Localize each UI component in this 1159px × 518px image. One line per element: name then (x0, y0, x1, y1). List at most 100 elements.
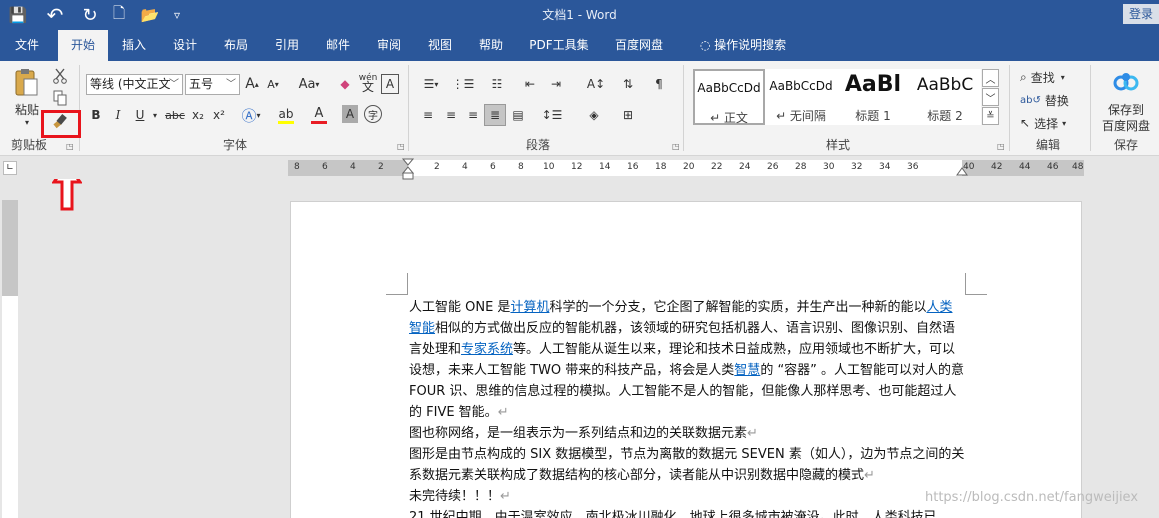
horizontal-ruler[interactable]: 8 6 4 2 2 4 6 8 10 12 14 16 18 20 22 24 … (288, 158, 1084, 180)
subscript-button[interactable]: x₂ (189, 105, 207, 125)
font-dialog-launcher-icon[interactable]: ◳ (397, 142, 405, 151)
tab-layout[interactable]: 布局 (214, 30, 258, 61)
underline-dropdown-icon[interactable]: ▾ (150, 105, 160, 125)
document-paragraph[interactable]: 21 世纪中期，由于温室效应，南北极冰川融化，地球上很多城市被淹没。此时，人类科… (409, 507, 965, 518)
login-button[interactable]: 登录 (1123, 4, 1159, 24)
hyperlink[interactable]: 计算机 (510, 300, 549, 315)
font-name-combo[interactable]: 等线 (中文正文 ﹀ (86, 74, 183, 95)
font-color-icon[interactable]: A (308, 105, 330, 125)
tab-pdf-tools[interactable]: PDF工具集 (522, 30, 596, 61)
bullets-icon[interactable]: ☰ ▾ (418, 74, 444, 94)
character-border-icon[interactable]: A (381, 74, 399, 94)
underline-button[interactable]: U (132, 105, 148, 125)
document-paragraph[interactable]: 未完待续！！！↵ (409, 486, 965, 507)
shading-icon[interactable]: ◈ (580, 105, 608, 125)
select-label: 选择 (1034, 116, 1059, 131)
paste-icon[interactable] (12, 67, 40, 99)
document-paragraph[interactable]: 图也称网络，是一组表示为一系列结点和边的关联数据元素↵ (409, 423, 965, 444)
show-marks-icon[interactable]: ¶ (648, 74, 670, 94)
highlight-color-icon[interactable]: ab (272, 105, 300, 125)
styles-scroll-down-icon[interactable]: ﹀ (982, 88, 999, 106)
document-paragraph[interactable]: 人工智能 ONE 是计算机科学的一个分支，它企图了解智能的实质，并生产出一种新的… (409, 297, 965, 423)
style-no-spacing[interactable]: AaBbCcDd ↵ 无间隔 (765, 69, 837, 125)
margin-corner-marker (965, 273, 987, 295)
clear-formatting-icon[interactable]: ◆ (336, 74, 354, 94)
tab-insert[interactable]: 插入 (112, 30, 156, 61)
baidu-netdisk-icon[interactable] (1109, 69, 1143, 97)
cut-icon[interactable] (50, 67, 70, 85)
style-heading-2[interactable]: AaBbC 标题 2 (909, 69, 981, 125)
save-to-netdisk-line2[interactable]: 百度网盘 (1096, 117, 1156, 133)
ruler-tick: 36 (907, 162, 919, 172)
editing-group-label: 编辑 (1035, 138, 1060, 152)
numbering-icon[interactable]: ⋮☰ (450, 74, 476, 94)
sort-icon[interactable]: ⇅ (618, 74, 638, 94)
hyperlink[interactable]: 专家系统 (461, 342, 513, 357)
character-shading-icon[interactable]: A (342, 105, 358, 123)
style-preview: AaBl (844, 72, 902, 97)
paragraph-dialog-launcher-icon[interactable]: ◳ (672, 142, 680, 151)
clipboard-dialog-launcher-icon[interactable]: ◳ (66, 142, 74, 151)
indent-marker-icon[interactable] (402, 158, 414, 180)
align-right-icon[interactable]: ≡ (463, 105, 483, 125)
grow-font-button[interactable]: A ▴ (243, 74, 261, 94)
align-left-icon[interactable]: ≡ (418, 105, 438, 125)
select-button[interactable]: ↖ 选择 ▾ (1020, 113, 1084, 133)
tab-help[interactable]: 帮助 (469, 30, 513, 61)
separator (1090, 65, 1091, 151)
decrease-indent-icon[interactable]: ⇤ (520, 74, 540, 94)
strikethrough-button[interactable]: abc (164, 105, 186, 125)
replace-button[interactable]: ab↺ 替换 (1020, 90, 1084, 110)
borders-icon[interactable]: ⊞ (614, 105, 642, 125)
separator (408, 65, 409, 151)
bold-button[interactable]: B (88, 105, 104, 125)
tab-mailings[interactable]: 邮件 (316, 30, 360, 61)
paragraph-group-label: 段落 (525, 138, 550, 152)
styles-more-icon[interactable]: ≚ (982, 107, 999, 125)
distributed-icon[interactable]: ▤ (508, 105, 528, 125)
styles-scroll-up-icon[interactable]: ︿ (982, 69, 999, 87)
tab-baidu-netdisk[interactable]: 百度网盘 (608, 30, 670, 61)
shrink-font-button[interactable]: A ▾ (264, 74, 282, 94)
tab-file[interactable]: 文件 (0, 30, 54, 61)
hyperlink[interactable]: 智慧 (734, 363, 760, 378)
tab-selector-icon[interactable]: ∟ (3, 161, 17, 175)
phonetic-guide-icon[interactable]: wén 文 (359, 72, 378, 94)
text-effects-icon[interactable]: Ⓐ ▾ (240, 105, 262, 125)
document-paragraph[interactable]: 图形是由节点构成的 SIX 数据模型，节点为离散的数据元 SEVEN 素（如人）… (409, 444, 965, 486)
right-indent-marker-icon[interactable] (956, 166, 968, 176)
paste-dropdown-icon[interactable]: ▾ (20, 117, 34, 127)
increase-indent-icon[interactable]: ⇥ (546, 74, 566, 94)
paragraph-mark-icon: ↵ (864, 468, 875, 483)
text-run: 科学的一个分支，它企图了解智能的实质，并生产出一种新的能以 (549, 300, 927, 315)
vertical-ruler[interactable] (2, 200, 18, 518)
paste-button[interactable]: 粘贴 (10, 101, 44, 117)
tab-view[interactable]: 视图 (418, 30, 462, 61)
save-to-netdisk-line1[interactable]: 保存到 (1096, 101, 1156, 117)
find-button[interactable]: ⌕ 查找 ▾ (1020, 67, 1084, 87)
chevron-down-icon[interactable]: ﹀ (226, 75, 236, 94)
copy-icon[interactable] (50, 89, 70, 107)
chinese-layout-icon[interactable]: A↕ (582, 74, 610, 94)
tab-references[interactable]: 引用 (265, 30, 309, 61)
change-case-button[interactable]: Aa ▾ (292, 74, 326, 94)
tab-design[interactable]: 设计 (163, 30, 207, 61)
save-group-label: 保存 (1113, 138, 1138, 152)
tab-home[interactable]: 开始 (58, 30, 108, 61)
italic-button[interactable]: I (110, 105, 126, 125)
ruler-tick: 6 (322, 162, 328, 172)
multilevel-list-icon[interactable]: ☷ (484, 74, 510, 94)
chevron-down-icon[interactable]: ﹀ (169, 75, 179, 94)
superscript-button[interactable]: x² (210, 105, 228, 125)
align-center-icon[interactable]: ≡ (441, 105, 461, 125)
document-body[interactable]: 人工智能 ONE 是计算机科学的一个分支，它企图了解智能的实质，并生产出一种新的… (409, 297, 965, 518)
tell-me-search[interactable]: ◌ 操作说明搜索 (688, 30, 798, 61)
styles-dialog-launcher-icon[interactable]: ◳ (997, 142, 1005, 151)
line-spacing-icon[interactable]: ↕☰ (538, 105, 566, 125)
justify-icon[interactable]: ≣ (484, 104, 506, 126)
font-size-combo[interactable]: 五号 ﹀ (185, 74, 240, 95)
enclose-characters-icon[interactable]: 字 (364, 105, 382, 123)
tab-review[interactable]: 审阅 (367, 30, 411, 61)
style-heading-1[interactable]: AaBl 标题 1 (837, 69, 909, 125)
style-normal[interactable]: AaBbCcDd ↵ 正文 (693, 69, 765, 125)
